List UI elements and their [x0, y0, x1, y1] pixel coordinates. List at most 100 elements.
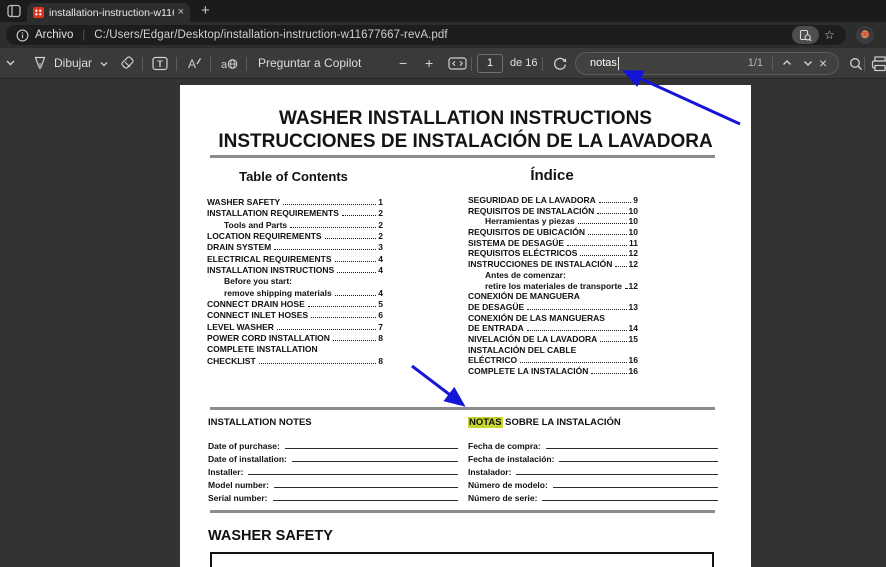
notes-heading-english: INSTALLATION NOTES	[208, 417, 312, 428]
draw-chevron-down-icon[interactable]	[99, 59, 109, 69]
blank-fill-line	[272, 500, 458, 502]
dot-leader	[598, 202, 632, 203]
dot-leader	[258, 362, 377, 364]
toc-list-english: WASHER SAFETY 1 INSTALLATION REQUIREMENTS 2…	[207, 197, 383, 367]
toc-entry: INSTALLATION INSTRUCTIONS 4	[207, 265, 383, 276]
toc-page-number: 3	[378, 242, 383, 253]
dot-leader	[334, 294, 377, 296]
new-tab-button[interactable]: +	[201, 1, 210, 21]
toc-entry: CONNECT INLET HOSES 6	[207, 310, 383, 321]
tab-close-icon[interactable]: ×	[178, 7, 184, 18]
toc-page-number: 16	[628, 355, 638, 366]
page-total-label: de 16	[510, 57, 538, 69]
toc-page-number: 16	[628, 366, 638, 376]
svg-text:A: A	[188, 57, 196, 71]
notes-form-row: Date of purchase:	[208, 441, 458, 454]
toc-entry: retire los materiales de transporte 12	[485, 280, 638, 291]
toc-entry: DE ENTRADA 14	[468, 323, 638, 334]
browser-essentials-button[interactable]	[792, 26, 819, 44]
toc-page-number: 12	[628, 248, 638, 259]
eraser-icon[interactable]	[120, 56, 135, 71]
toc-entry: POWER CORD INSTALLATION 8	[207, 333, 383, 344]
toc-entry: COMPLETE LA INSTALACIÓN 16	[468, 366, 638, 376]
toc-entry: REQUISITOS ELÉCTRICOS 12	[468, 248, 638, 259]
find-input[interactable]: notas	[590, 53, 617, 74]
dot-leader	[311, 317, 377, 319]
pdf-page: WASHER INSTALLATION INSTRUCTIONS INSTRUC…	[180, 85, 751, 567]
find-bar[interactable]: notas 1/1 ×	[575, 52, 839, 75]
dot-leader	[597, 212, 627, 214]
toc-entry: NIVELACIÓN DE LA LAVADORA 15	[468, 333, 638, 344]
blank-fill-line	[248, 474, 458, 476]
read-aloud-icon[interactable]: A	[186, 56, 202, 71]
toc-entry: Herramientas y piezas 10	[485, 216, 638, 227]
browser-essentials-icon	[799, 29, 812, 41]
toc-entry: COMPLETE INSTALLATION	[207, 344, 318, 355]
fit-to-width-icon[interactable]	[448, 57, 467, 70]
find-close-icon[interactable]: ×	[819, 53, 827, 73]
toc-entry: ELÉCTRICO 16	[468, 355, 638, 366]
draw-button[interactable]: Dibujar	[54, 48, 92, 78]
toc-entry: LEVEL WASHER 7	[207, 321, 383, 332]
address-bar[interactable]: Archivo | C:/Users/Edgar/Desktop/install…	[6, 25, 846, 45]
blank-fill-line	[516, 474, 718, 476]
rotate-page-icon[interactable]	[552, 56, 568, 72]
print-icon[interactable]	[871, 56, 886, 72]
toc-entry: DRAIN SYSTEM 3	[207, 242, 383, 253]
collapse-toolbar-icon[interactable]	[5, 57, 16, 68]
dot-leader	[591, 373, 627, 374]
tab-bar: installation-instruction-w1167766 × +	[0, 0, 886, 22]
search-icon[interactable]	[849, 57, 863, 71]
blank-fill-line	[542, 500, 718, 502]
toc-heading-spanish: Índice	[530, 167, 574, 184]
translate-icon[interactable]: a	[220, 56, 238, 71]
notes-heading-spanish: NOTAS SOBRE LA INSTALACIÓN	[468, 417, 621, 428]
ask-copilot-button[interactable]: Preguntar a Copilot	[258, 48, 361, 78]
toc-entry: INSTRUCCIONES DE INSTALACIÓN 12	[468, 259, 638, 270]
notes-form-row: Número de serie:	[468, 493, 718, 506]
find-match-count: 1/1	[747, 57, 763, 69]
favorites-star-icon[interactable]: ☆	[824, 27, 835, 43]
find-previous-icon[interactable]	[781, 57, 793, 69]
text-box-icon[interactable]: T	[152, 56, 168, 71]
notes-form-english: Date of purchase: Date of installation: In…	[208, 441, 458, 506]
title-divider	[210, 155, 715, 158]
notes-form-row: Fecha de instalación:	[468, 454, 718, 467]
notes-form-row: Instalador:	[468, 467, 718, 480]
toc-entry: CONNECT DRAIN HOSE 5	[207, 299, 383, 310]
tab-title: installation-instruction-w1167766	[49, 6, 174, 19]
notes-form-row: Model number:	[208, 480, 458, 493]
find-next-icon[interactable]	[802, 57, 814, 69]
search-highlight: NOTAS	[468, 417, 503, 428]
pdf-content-area[interactable]: WASHER INSTALLATION INSTRUCTIONS INSTRUC…	[0, 79, 886, 567]
tab-layout-icon[interactable]	[7, 4, 21, 18]
profile-avatar[interactable]	[856, 26, 874, 44]
dot-leader	[587, 234, 627, 236]
toc-entry: CONEXIÓN DE LAS MANGUERAS	[468, 312, 605, 323]
zoom-out-button[interactable]: −	[399, 48, 407, 78]
toc-entry: SISTEMA DE DESAGÜE 11	[468, 237, 638, 248]
info-icon[interactable]	[16, 29, 29, 42]
zoom-in-button[interactable]: +	[425, 48, 433, 78]
text-cursor	[617, 57, 619, 70]
draw-pen-icon[interactable]	[32, 55, 48, 71]
notes-form-row: Serial number:	[208, 493, 458, 506]
toc-entry: Before you start:	[224, 276, 293, 287]
toc-entry: CHECKLIST 8	[207, 355, 383, 366]
browser-tab[interactable]: installation-instruction-w1167766 ×	[27, 3, 190, 22]
address-row: Archivo | C:/Users/Edgar/Desktop/install…	[0, 22, 886, 48]
pdf-toolbar: Dibujar T A a Preguntar a Copilot − + 1 …	[0, 48, 886, 79]
toc-page-number: 8	[378, 355, 383, 366]
toc-page-number: 5	[378, 299, 383, 310]
toc-page-number: 7	[378, 321, 383, 332]
toc-entry: INSTALACIÓN DEL CABLE	[468, 344, 577, 355]
browser-window: installation-instruction-w1167766 × + Ar…	[0, 0, 886, 567]
toc-entry: LOCATION REQUIREMENTS 2	[207, 231, 383, 242]
dot-leader	[332, 340, 377, 342]
toc-page-number: 13	[628, 301, 638, 312]
toc-page-number: 10	[628, 216, 638, 227]
toc-page-number: 12	[628, 280, 638, 291]
notes-divider-top	[210, 407, 715, 410]
page-number-input[interactable]: 1	[477, 54, 503, 73]
dot-leader	[307, 306, 377, 308]
